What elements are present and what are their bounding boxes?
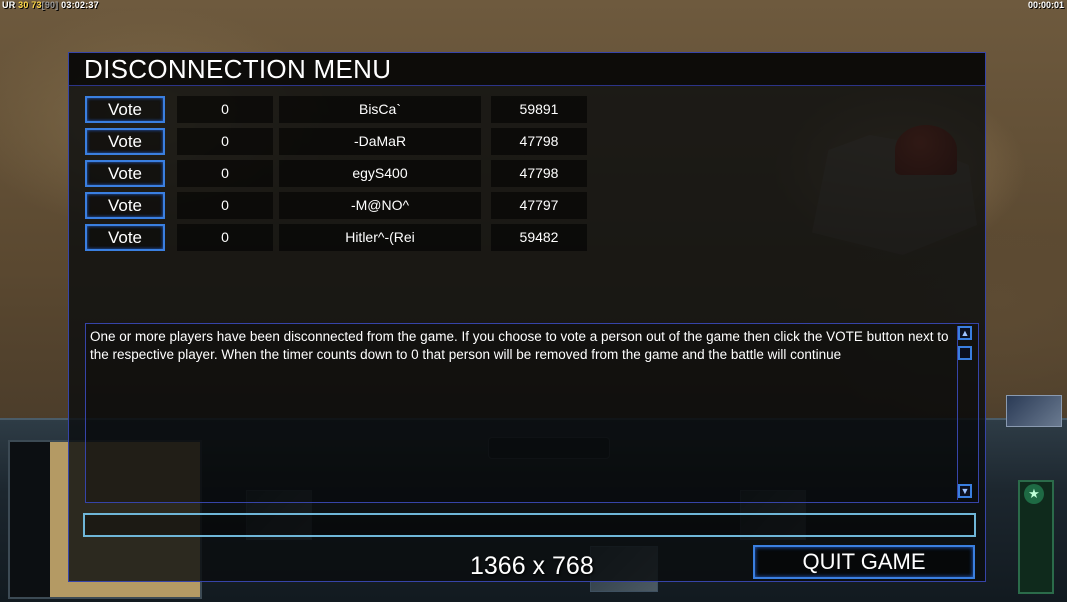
player-row: Vote 0 -M@NO^ 47797 bbox=[85, 192, 589, 219]
game-clock: 00:00:01 bbox=[1027, 0, 1064, 10]
player-timer: 47797 bbox=[491, 192, 587, 219]
disconnection-dialog: DISCONNECTION MENU Vote 0 BisCa` 59891 V… bbox=[68, 52, 986, 582]
chat-input[interactable] bbox=[83, 513, 976, 537]
message-box[interactable]: One or more players have been disconnect… bbox=[85, 323, 979, 503]
vote-count: 0 bbox=[177, 160, 273, 187]
stats-overlay: UR 30 73[90] 03:02:37 bbox=[2, 0, 99, 10]
elapsed-time: 03:02:37 bbox=[61, 0, 99, 10]
vote-button[interactable]: Vote bbox=[85, 160, 165, 187]
scroll-thumb[interactable] bbox=[958, 346, 972, 360]
satellite-icon[interactable] bbox=[1006, 395, 1062, 427]
player-name: -DaMaR bbox=[279, 128, 481, 155]
disconnect-message: One or more players have been disconnect… bbox=[90, 329, 949, 362]
player-timer: 59891 bbox=[491, 96, 587, 123]
vote-count: 0 bbox=[177, 96, 273, 123]
stats-prefix: UR bbox=[2, 0, 16, 10]
player-row: Vote 0 -DaMaR 47798 bbox=[85, 128, 589, 155]
scroll-down-icon[interactable]: ▼ bbox=[958, 484, 972, 498]
player-timer: 47798 bbox=[491, 128, 587, 155]
vote-count: 0 bbox=[177, 224, 273, 251]
vote-button[interactable]: Vote bbox=[85, 192, 165, 219]
player-row: Vote 0 BisCa` 59891 bbox=[85, 96, 589, 123]
minimap-shroud bbox=[10, 442, 50, 597]
player-name: -M@NO^ bbox=[279, 192, 481, 219]
player-row: Vote 0 egyS400 47798 bbox=[85, 160, 589, 187]
player-row: Vote 0 Hitler^-(Rei 59482 bbox=[85, 224, 589, 251]
player-name: BisCa` bbox=[279, 96, 481, 123]
vote-count: 0 bbox=[177, 192, 273, 219]
vote-button[interactable]: Vote bbox=[85, 96, 165, 123]
rank-star-icon: ★ bbox=[1024, 484, 1044, 504]
resolution-label: 1366 x 768 bbox=[470, 552, 594, 580]
vote-button[interactable]: Vote bbox=[85, 224, 165, 251]
vote-button[interactable]: Vote bbox=[85, 128, 165, 155]
player-name: Hitler^-(Rei bbox=[279, 224, 481, 251]
vote-count: 0 bbox=[177, 128, 273, 155]
player-timer: 59482 bbox=[491, 224, 587, 251]
quit-game-button[interactable]: QUIT GAME bbox=[753, 545, 975, 579]
message-scrollbar[interactable]: ▲ ▼ bbox=[957, 326, 974, 500]
title-bar: DISCONNECTION MENU bbox=[69, 53, 985, 86]
stats-a: 30 bbox=[18, 0, 29, 10]
dialog-title: DISCONNECTION MENU bbox=[84, 54, 392, 84]
scroll-up-icon[interactable]: ▲ bbox=[958, 326, 972, 340]
stats-c: [90] bbox=[41, 0, 59, 10]
stats-b: 73 bbox=[31, 0, 42, 10]
player-name: egyS400 bbox=[279, 160, 481, 187]
player-timer: 47798 bbox=[491, 160, 587, 187]
